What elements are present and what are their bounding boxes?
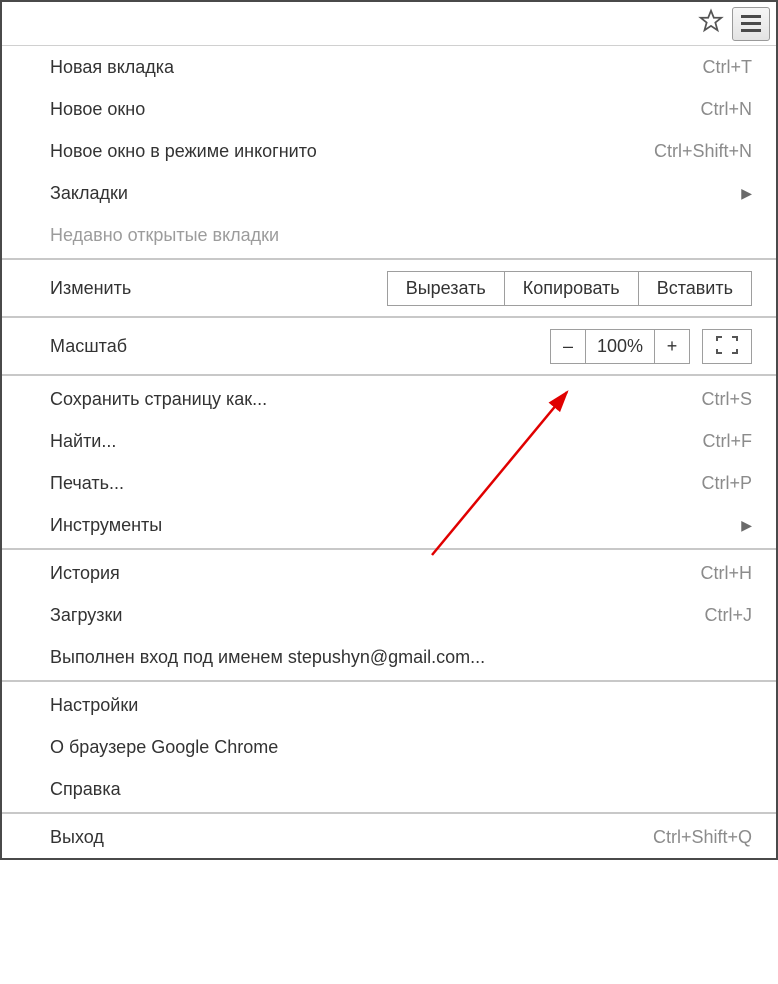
cut-button[interactable]: Вырезать (387, 271, 505, 306)
menu-label: Выход (50, 827, 653, 848)
menu-item-bookmarks[interactable]: Закладки ▶ (2, 172, 776, 214)
main-menu: Новая вкладка Ctrl+T Новое окно Ctrl+N Н… (2, 46, 776, 858)
menu-item-tools[interactable]: Инструменты ▶ (2, 504, 776, 546)
edit-button-group: Вырезать Копировать Вставить (387, 271, 752, 306)
main-menu-button[interactable] (732, 7, 770, 41)
menu-label: Недавно открытые вкладки (50, 225, 752, 246)
menu-separator (2, 316, 776, 318)
menu-shortcut: Ctrl+Shift+N (654, 141, 752, 162)
zoom-out-button[interactable]: – (550, 329, 586, 364)
menu-separator (2, 258, 776, 260)
menu-item-new-tab[interactable]: Новая вкладка Ctrl+T (2, 46, 776, 88)
menu-label: Настройки (50, 695, 752, 716)
menu-item-recent-tabs: Недавно открытые вкладки (2, 214, 776, 256)
menu-label: Новая вкладка (50, 57, 703, 78)
menu-row-edit: Изменить Вырезать Копировать Вставить (2, 262, 776, 314)
menu-label: Закладки (50, 183, 741, 204)
menu-item-new-incognito[interactable]: Новое окно в режиме инкогнито Ctrl+Shift… (2, 130, 776, 172)
menu-item-print[interactable]: Печать... Ctrl+P (2, 462, 776, 504)
menu-row-zoom: Масштаб – 100% + (2, 320, 776, 372)
menu-label: Новое окно (50, 99, 700, 120)
menu-item-help[interactable]: Справка (2, 768, 776, 810)
menu-label: Масштаб (50, 336, 550, 357)
menu-label: Выполнен вход под именем stepushyn@gmail… (50, 647, 752, 668)
menu-item-settings[interactable]: Настройки (2, 684, 776, 726)
chevron-right-icon: ▶ (741, 517, 752, 534)
menu-separator (2, 680, 776, 682)
menu-separator (2, 548, 776, 550)
menu-shortcut: Ctrl+S (701, 389, 752, 410)
menu-item-new-window[interactable]: Новое окно Ctrl+N (2, 88, 776, 130)
menu-item-signed-in[interactable]: Выполнен вход под именем stepushyn@gmail… (2, 636, 776, 678)
toolbar (2, 2, 776, 46)
zoom-in-button[interactable]: + (654, 329, 690, 364)
menu-label: Загрузки (50, 605, 704, 626)
menu-shortcut: Ctrl+N (700, 99, 752, 120)
chevron-right-icon: ▶ (741, 185, 752, 202)
menu-label: Справка (50, 779, 752, 800)
paste-button[interactable]: Вставить (638, 271, 752, 306)
menu-separator (2, 374, 776, 376)
copy-button[interactable]: Копировать (504, 271, 639, 306)
menu-label: Новое окно в режиме инкогнито (50, 141, 654, 162)
menu-shortcut: Ctrl+P (701, 473, 752, 494)
menu-item-about[interactable]: О браузере Google Chrome (2, 726, 776, 768)
bookmark-star-icon[interactable] (698, 8, 724, 39)
menu-label: Найти... (50, 431, 703, 452)
browser-menu-window: Новая вкладка Ctrl+T Новое окно Ctrl+N Н… (0, 0, 778, 860)
menu-label: О браузере Google Chrome (50, 737, 752, 758)
menu-item-downloads[interactable]: Загрузки Ctrl+J (2, 594, 776, 636)
menu-item-find[interactable]: Найти... Ctrl+F (2, 420, 776, 462)
menu-shortcut: Ctrl+F (703, 431, 753, 452)
menu-shortcut: Ctrl+J (704, 605, 752, 626)
zoom-value: 100% (585, 329, 655, 364)
menu-item-save-as[interactable]: Сохранить страницу как... Ctrl+S (2, 378, 776, 420)
menu-label: Изменить (50, 278, 387, 299)
menu-label: Инструменты (50, 515, 741, 536)
menu-label: Печать... (50, 473, 701, 494)
fullscreen-icon (716, 336, 738, 357)
menu-shortcut: Ctrl+T (703, 57, 753, 78)
menu-item-exit[interactable]: Выход Ctrl+Shift+Q (2, 816, 776, 858)
menu-item-history[interactable]: История Ctrl+H (2, 552, 776, 594)
menu-separator (2, 812, 776, 814)
fullscreen-button[interactable] (702, 329, 752, 364)
menu-shortcut: Ctrl+Shift+Q (653, 827, 752, 848)
menu-shortcut: Ctrl+H (700, 563, 752, 584)
menu-label: История (50, 563, 700, 584)
zoom-controls: – 100% + (550, 329, 752, 364)
menu-label: Сохранить страницу как... (50, 389, 701, 410)
